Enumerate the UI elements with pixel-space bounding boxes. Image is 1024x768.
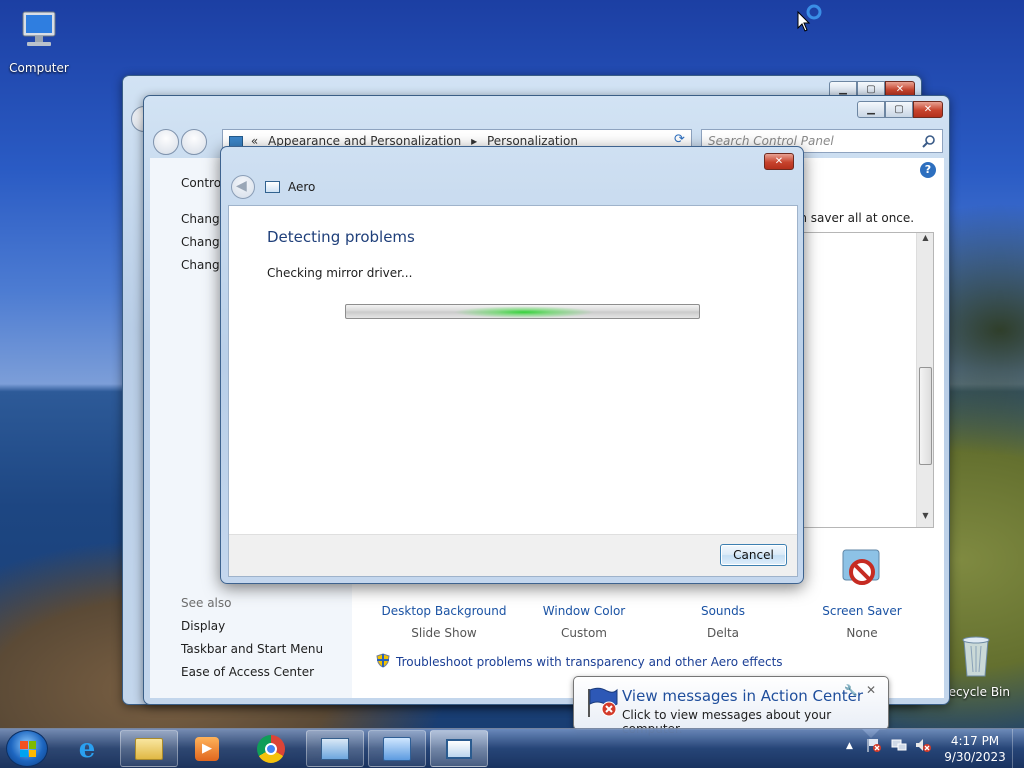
see-also-ease-of-access[interactable]: Ease of Access Center (181, 665, 314, 679)
tile-value: None (846, 626, 878, 640)
see-also-taskbar[interactable]: Taskbar and Start Menu (181, 642, 323, 656)
taskbar-chrome[interactable] (246, 730, 296, 767)
clock-time: 4:17 PM (950, 734, 1000, 748)
aero-icon (265, 181, 280, 193)
action-center-flag-icon (585, 685, 619, 722)
balloon-title: View messages in Action Center (622, 687, 864, 705)
page-description: en saver all at once. (792, 211, 915, 225)
control-panel-caption-buttons: ▁ ▢ ✕ (857, 101, 943, 118)
tile-title: Desktop Background (381, 604, 507, 618)
dialog-footer: Cancel (229, 534, 797, 576)
progress-bar (345, 304, 700, 319)
taskbar-control-panel[interactable] (368, 730, 426, 767)
media-player-icon: ▶ (195, 736, 219, 761)
dialog-title: Aero (288, 180, 316, 194)
tile-title: Sounds (700, 604, 746, 618)
chrome-icon (257, 734, 285, 763)
taskbar: e ▶ ▲ 4:17 PM 9/30/2023 (0, 728, 1024, 768)
recycle-bin-icon (940, 632, 1012, 681)
show-hidden-icons-button[interactable]: ▲ (846, 741, 853, 751)
back-button[interactable] (153, 129, 179, 155)
screen-saver-icon (839, 548, 885, 597)
tile-value: Slide Show (411, 626, 477, 640)
tile-desktop-background[interactable]: Desktop Background Slide Show (374, 604, 514, 640)
balloon-close-icon[interactable]: ✕ (866, 683, 876, 697)
dialog-content: Detecting problems Checking mirror drive… (228, 205, 798, 577)
start-button[interactable] (6, 730, 48, 767)
forward-button[interactable] (181, 129, 207, 155)
desktop-icon-label: Computer (9, 61, 69, 75)
minimize-button[interactable]: ▁ (857, 101, 885, 118)
desktop-icon-recycle-bin[interactable]: ecycle Bin (940, 632, 1012, 699)
taskbar-file-explorer[interactable] (120, 730, 178, 767)
tile-screen-saver[interactable]: Screen Saver None (792, 604, 932, 640)
taskbar-internet-explorer[interactable]: e (62, 730, 112, 767)
troubleshoot-aero-link[interactable]: Troubleshoot problems with transparency … (396, 655, 783, 669)
action-center-balloon[interactable]: View messages in Action Center Click to … (573, 676, 889, 738)
aero-troubleshooter-dialog[interactable]: ✕ ◀ Aero Detecting problems Checking mir… (220, 146, 804, 584)
volume-muted-tray-icon[interactable] (914, 737, 932, 756)
tile-title: Window Color (542, 604, 626, 618)
theme-list[interactable] (792, 232, 934, 528)
windows-logo-icon (20, 741, 36, 757)
action-center-tray-icon[interactable] (866, 737, 882, 756)
taskbar-media-player[interactable]: ▶ (182, 730, 232, 767)
tile-title: Screen Saver (822, 604, 902, 618)
scroll-up-arrow[interactable]: ▲ (917, 233, 934, 249)
show-desktop-button[interactable] (1012, 729, 1024, 768)
tile-sounds[interactable]: Sounds Delta (653, 604, 793, 640)
progress-bar-glow (454, 305, 594, 318)
remote-desktop-icon (321, 737, 349, 760)
dialog-heading: Detecting problems (267, 228, 415, 246)
dialog-close-button[interactable]: ✕ (764, 153, 794, 170)
taskbar-remote-desktop[interactable] (306, 730, 364, 767)
desktop-icon-computer[interactable]: Computer (3, 8, 75, 75)
file-explorer-icon (135, 737, 163, 760)
control-panel-icon (383, 736, 411, 761)
tile-window-color[interactable]: Window Color Custom (514, 604, 654, 640)
maximize-button[interactable]: ▢ (885, 101, 913, 118)
desktop-icon-label: ecycle Bin (948, 685, 1010, 699)
computer-icon (3, 8, 75, 57)
wrench-icon[interactable]: 🔧 (844, 684, 858, 697)
internet-explorer-icon: e (78, 733, 96, 764)
cancel-button[interactable]: Cancel (720, 544, 787, 566)
close-button[interactable]: ✕ (913, 101, 943, 118)
search-icon (922, 134, 936, 151)
help-icon[interactable]: ? (920, 162, 936, 178)
control-panel-home-link[interactable]: Control (181, 176, 224, 190)
scroll-thumb[interactable] (919, 367, 932, 465)
taskbar-aero-troubleshooter[interactable] (430, 730, 488, 767)
clock-date: 9/30/2023 (944, 750, 1006, 764)
clock[interactable]: 4:17 PM 9/30/2023 (940, 733, 1010, 765)
dialog-back-arrow-icon: ◀ (236, 178, 247, 194)
dialog-status-text: Checking mirror driver... (267, 266, 413, 280)
scroll-down-arrow[interactable]: ▼ (917, 511, 934, 527)
tile-value: Custom (561, 626, 607, 640)
aero-troubleshooter-icon (446, 738, 472, 759)
scrollbar[interactable]: ▲ ▼ (916, 233, 933, 527)
tile-value: Delta (706, 626, 739, 640)
shield-icon (376, 653, 390, 671)
busy-cursor-icon (797, 4, 823, 35)
see-also-display[interactable]: Display (181, 619, 225, 633)
see-also-heading: See also (181, 596, 232, 610)
network-tray-icon[interactable] (891, 737, 907, 756)
